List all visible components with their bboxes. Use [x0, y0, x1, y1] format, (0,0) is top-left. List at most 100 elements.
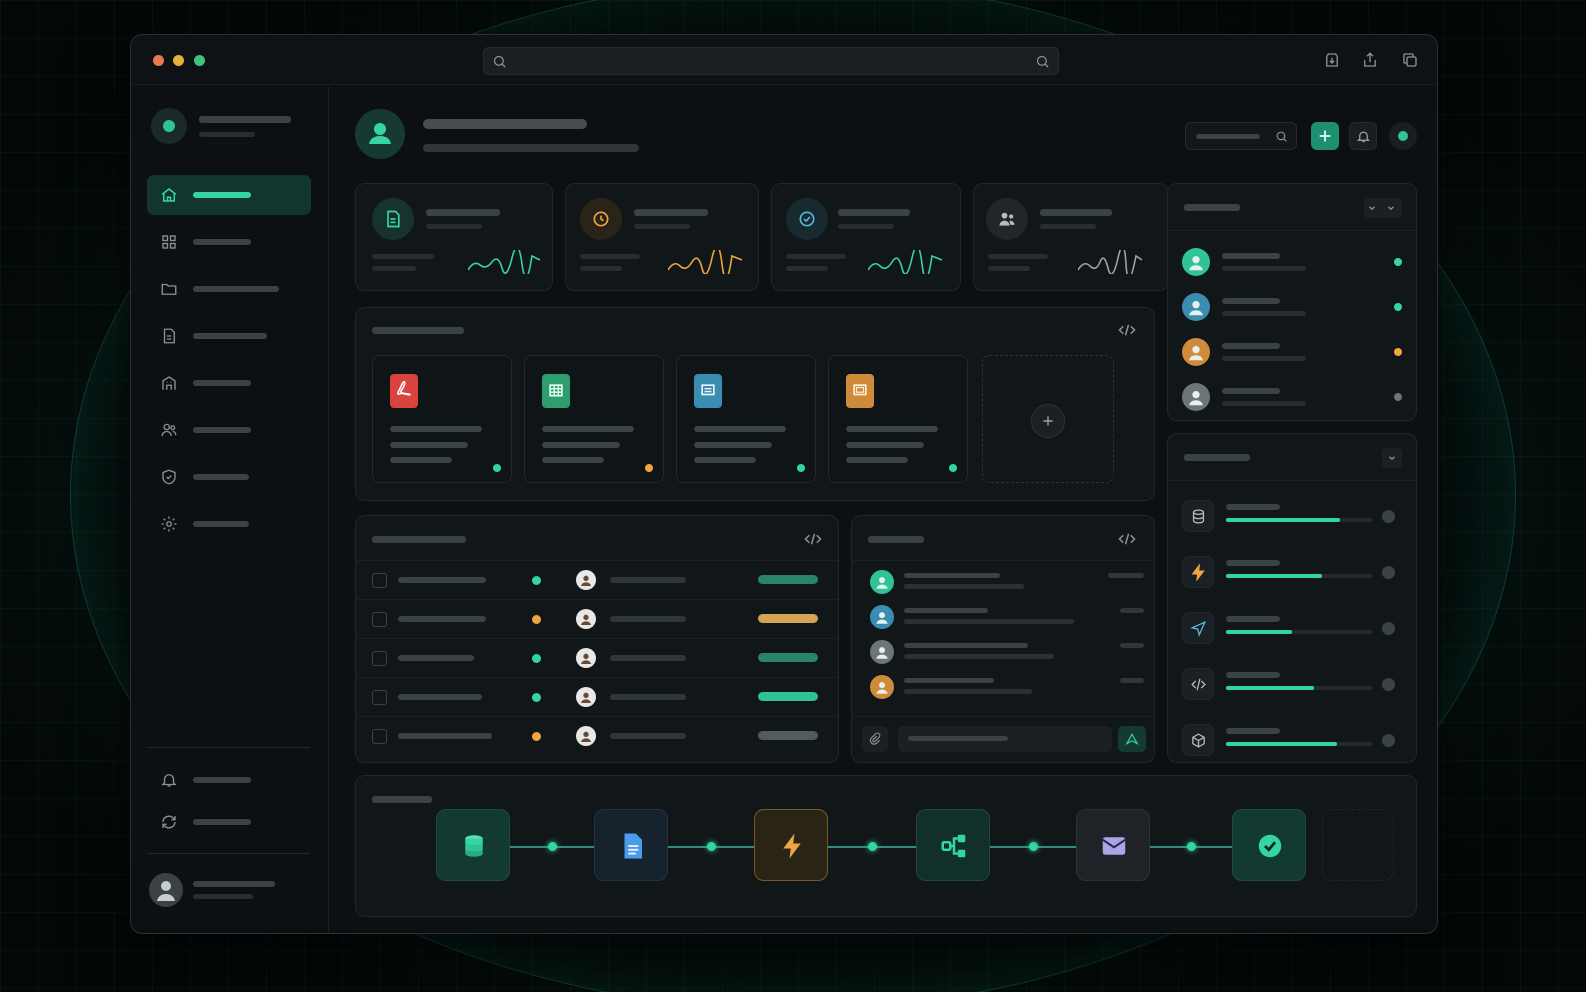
copy-icon[interactable]: [1401, 51, 1419, 69]
stat-subtitle-placeholder: [1040, 224, 1096, 229]
row-checkbox[interactable]: [372, 690, 387, 705]
code-icon[interactable]: [804, 532, 822, 546]
resource-toggle[interactable]: [1382, 734, 1395, 747]
workflow-node[interactable]: [754, 809, 828, 881]
code-icon[interactable]: [1118, 323, 1136, 337]
panel-title-placeholder: [372, 536, 466, 543]
workflow-node[interactable]: [436, 809, 510, 881]
message-row[interactable]: [852, 566, 1154, 598]
resource-toggle[interactable]: [1382, 678, 1395, 691]
close-window-button[interactable]: [153, 55, 164, 66]
sidebar-item-notifications[interactable]: [147, 760, 311, 800]
workflow-node[interactable]: [1076, 809, 1150, 881]
message-time-placeholder: [1120, 643, 1144, 648]
stat-card-time[interactable]: [565, 183, 759, 291]
table-row[interactable]: [356, 599, 838, 638]
file-name-placeholder: [694, 426, 786, 432]
header-search-input[interactable]: [1185, 122, 1297, 150]
table-row[interactable]: [356, 677, 838, 716]
row-assignee-placeholder: [610, 655, 686, 661]
add-button[interactable]: [1311, 122, 1339, 150]
panel-divider: [852, 716, 1154, 717]
stat-title-placeholder: [1040, 209, 1112, 216]
share-icon[interactable]: [1361, 51, 1379, 69]
sidebar-item-home[interactable]: [147, 175, 311, 215]
code-icon[interactable]: [1118, 532, 1136, 546]
message-sender-placeholder: [904, 608, 988, 613]
address-bar[interactable]: [483, 47, 1059, 75]
panel-collapse-button[interactable]: [1382, 448, 1402, 468]
row-assignee-avatar: [576, 687, 596, 707]
resource-progress-bar: [1226, 686, 1372, 690]
stat-card-team[interactable]: [973, 183, 1169, 291]
message-time-placeholder: [1120, 608, 1144, 613]
row-name-placeholder: [398, 577, 486, 583]
team-panel: [1167, 183, 1417, 421]
row-checkbox[interactable]: [372, 729, 387, 744]
minimize-window-button[interactable]: [173, 55, 184, 66]
member-avatar: [1182, 293, 1210, 321]
team-member-row[interactable]: [1168, 287, 1416, 327]
file-size-placeholder: [694, 457, 756, 463]
resource-toggle[interactable]: [1382, 510, 1395, 523]
message-time-placeholder: [1120, 678, 1144, 683]
team-member-row[interactable]: [1168, 377, 1416, 417]
workflow-node[interactable]: [916, 809, 990, 881]
add-file-tile[interactable]: [982, 355, 1114, 483]
notifications-button[interactable]: [1349, 122, 1377, 150]
message-row[interactable]: [852, 636, 1154, 668]
status-indicator[interactable]: [1389, 122, 1417, 150]
resource-toggle[interactable]: [1382, 566, 1395, 579]
stat-card-documents[interactable]: [355, 183, 553, 291]
resource-row[interactable]: [1168, 664, 1416, 704]
send-button[interactable]: [1118, 726, 1146, 752]
maximize-window-button[interactable]: [194, 55, 205, 66]
resource-row[interactable]: [1168, 552, 1416, 592]
message-row[interactable]: [852, 601, 1154, 633]
resource-row[interactable]: [1168, 496, 1416, 536]
sidebar-item-files[interactable]: [147, 269, 311, 309]
resource-toggle[interactable]: [1382, 622, 1395, 635]
sidebar-item-settings[interactable]: [147, 504, 311, 544]
file-tile[interactable]: [828, 355, 968, 483]
sidebar-item-sync[interactable]: [147, 802, 311, 842]
sidebar-item-users[interactable]: [147, 410, 311, 450]
file-status-dot: [949, 464, 957, 472]
sidebar-item-documents[interactable]: [147, 316, 311, 356]
team-member-row[interactable]: [1168, 332, 1416, 372]
resource-progress-bar: [1226, 518, 1372, 522]
add-file-button[interactable]: [1031, 404, 1065, 438]
attach-button[interactable]: [862, 726, 888, 752]
sidebar-item-organization[interactable]: [147, 363, 311, 403]
file-tile[interactable]: [524, 355, 664, 483]
table-row[interactable]: [356, 560, 838, 599]
panel-filter-dropdown[interactable]: [1364, 198, 1402, 218]
team-member-row[interactable]: [1168, 242, 1416, 282]
table-row[interactable]: [356, 716, 838, 755]
message-row[interactable]: [852, 671, 1154, 703]
header-avatar[interactable]: [355, 109, 405, 159]
workflow-node[interactable]: [594, 809, 668, 881]
file-tile[interactable]: [676, 355, 816, 483]
messages-panel: [851, 515, 1155, 763]
workflow-empty-slot[interactable]: [1322, 809, 1394, 881]
row-checkbox[interactable]: [372, 651, 387, 666]
file-tile[interactable]: [372, 355, 512, 483]
search-icon[interactable]: [1035, 54, 1050, 69]
sidebar-item-label: [193, 427, 251, 433]
message-input[interactable]: [898, 726, 1112, 752]
resource-row[interactable]: [1168, 720, 1416, 760]
brand-logo[interactable]: [151, 108, 187, 144]
user-profile[interactable]: [149, 873, 309, 909]
download-icon[interactable]: [1323, 51, 1341, 69]
bell-icon: [1356, 131, 1371, 143]
code-icon: [1182, 668, 1214, 700]
row-checkbox[interactable]: [372, 612, 387, 627]
row-checkbox[interactable]: [372, 573, 387, 588]
sidebar-item-security[interactable]: [147, 457, 311, 497]
stat-card-completed[interactable]: [771, 183, 961, 291]
table-row[interactable]: [356, 638, 838, 677]
workflow-node[interactable]: [1232, 809, 1306, 881]
sidebar-item-dashboard[interactable]: [147, 222, 311, 262]
resource-row[interactable]: [1168, 608, 1416, 648]
